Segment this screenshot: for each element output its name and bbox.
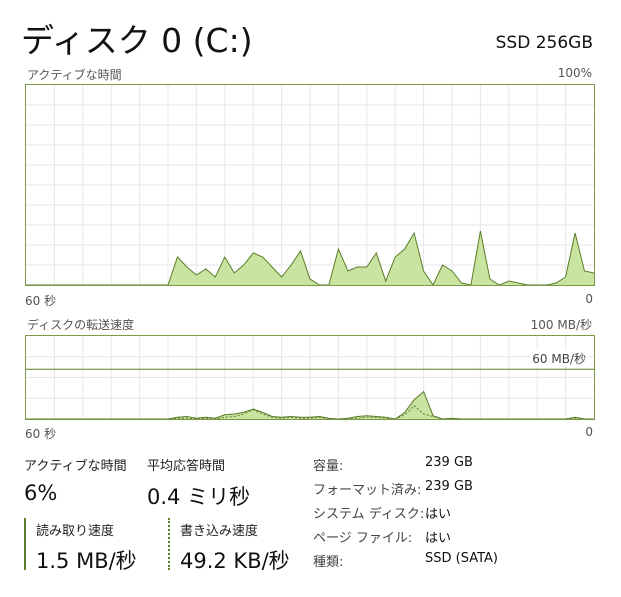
- property-row: ページ ファイル: はい: [313, 527, 451, 551]
- disk-model: SSD 256GB: [495, 33, 593, 53]
- active-time-label: アクティブな時間: [24, 459, 127, 474]
- write-speed-label: 書き込み速度: [180, 524, 259, 539]
- property-label: ページ ファイル:: [313, 531, 413, 546]
- active-time-value: 6%: [24, 481, 58, 505]
- write-speed-value: 49.2 KB/秒: [180, 549, 290, 573]
- property-value: 239 GB: [425, 479, 473, 494]
- property-row: フォーマット済み: 239 GB: [313, 479, 473, 503]
- property-row: 種類: SSD (SATA): [313, 551, 498, 575]
- active-time-x-left: 60 秒: [25, 294, 57, 308]
- transfer-chart-label: ディスクの転送速度: [27, 318, 135, 332]
- avg-response-value: 0.4 ミリ秒: [147, 485, 251, 509]
- avg-response-label: 平均応答時間: [147, 459, 226, 474]
- transfer-chart-svg: [26, 336, 594, 419]
- property-row: システム ディスク: はい: [313, 503, 451, 527]
- transfer-chart-max: 100 MB/秒: [530, 318, 592, 332]
- property-label: システム ディスク:: [313, 507, 425, 522]
- property-row: 容量: 239 GB: [313, 455, 473, 479]
- property-value: はい: [425, 531, 452, 546]
- transfer-x-right: 0: [585, 425, 593, 439]
- properties-list: 容量: 239 GB フォーマット済み: 239 GB システム ディスク: は…: [313, 455, 498, 575]
- read-speed-block: 読み取り速度 1.5 MB/秒: [24, 518, 137, 573]
- active-time-chart-svg: [26, 85, 594, 285]
- page-title: ディスク 0 (C:): [21, 21, 253, 60]
- transfer-x-left: 60 秒: [25, 427, 57, 441]
- property-value: 239 GB: [425, 455, 473, 470]
- write-speed-block: 書き込み速度 49.2 KB/秒: [168, 518, 290, 573]
- active-time-chart: [25, 84, 595, 286]
- active-time-chart-max: 100%: [557, 66, 592, 80]
- transfer-line-label: 60 MB/秒: [530, 350, 588, 367]
- property-label: フォーマット済み:: [313, 483, 422, 498]
- active-time-x-right: 0: [585, 292, 593, 306]
- property-value: はい: [425, 507, 452, 522]
- property-label: 種類:: [313, 555, 344, 570]
- property-value: SSD (SATA): [425, 551, 498, 566]
- read-speed-label: 読み取り速度: [36, 524, 115, 539]
- active-time-chart-label: アクティブな時間: [27, 68, 122, 82]
- read-speed-value: 1.5 MB/秒: [36, 549, 137, 573]
- transfer-chart: 60 MB/秒: [25, 335, 595, 420]
- property-label: 容量:: [313, 459, 344, 474]
